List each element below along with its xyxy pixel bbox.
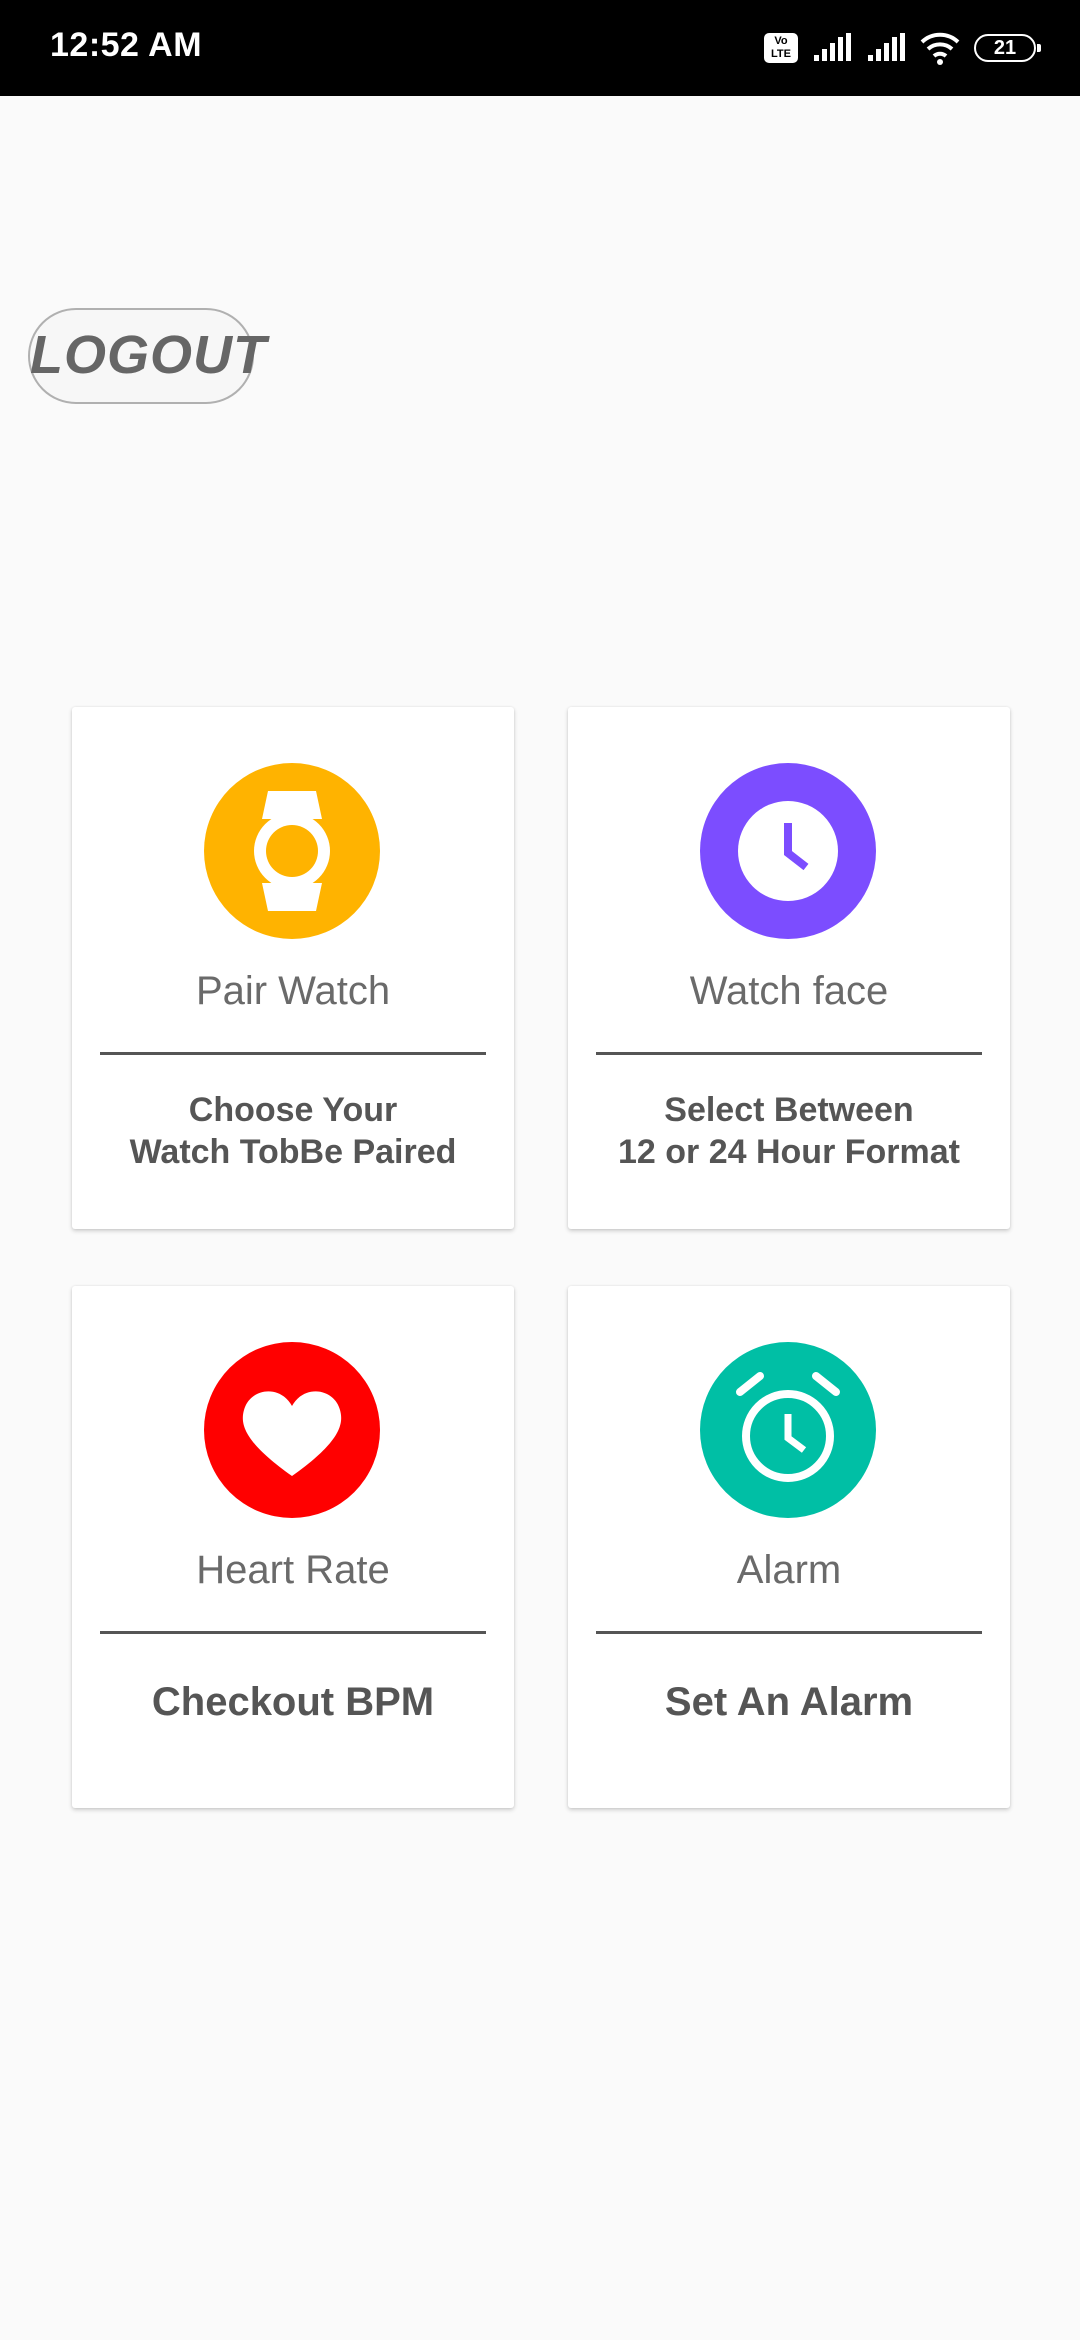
watch-icon — [254, 791, 330, 911]
signal-icon-2 — [868, 33, 905, 61]
status-time: 12:52 AM — [50, 26, 203, 64]
wifi-icon — [920, 32, 960, 65]
status-icons: Vo LTE 21 — [764, 30, 1041, 66]
card-title: Watch face — [689, 969, 889, 1013]
pair-watch-icon-circle — [204, 763, 380, 939]
card-divider — [100, 1052, 486, 1055]
card-desc-line: Select Between — [664, 1091, 914, 1129]
card-watch-face[interactable]: Watch face Select Between 12 or 24 Hour … — [568, 707, 1010, 1229]
card-title: Alarm — [736, 1548, 842, 1592]
alarm-clock-icon — [736, 1372, 840, 1482]
card-pair-watch[interactable]: Pair Watch Choose Your Watch TobBe Paire… — [72, 707, 514, 1229]
card-desc-line: 12 or 24 Hour Format — [618, 1133, 960, 1171]
heart-rate-icon-circle — [204, 1342, 380, 1518]
card-heart-rate[interactable]: Heart Rate Checkout BPM — [72, 1286, 514, 1808]
card-divider — [100, 1631, 486, 1634]
card-desc-line: Set An Alarm — [664, 1680, 914, 1724]
card-title: Heart Rate — [196, 1548, 390, 1592]
card-description: Choose Your Watch TobBe Paired — [72, 1089, 514, 1173]
card-divider — [596, 1631, 982, 1634]
heart-icon — [242, 1391, 342, 1476]
alarm-icon-circle — [700, 1342, 876, 1518]
volte-icon: Vo LTE — [764, 33, 798, 63]
card-divider — [596, 1052, 982, 1055]
card-description: Checkout BPM — [72, 1681, 514, 1723]
signal-icon — [814, 33, 851, 61]
card-description: Set An Alarm — [568, 1681, 1010, 1723]
card-alarm[interactable]: Alarm Set An Alarm — [568, 1286, 1010, 1808]
card-description: Select Between 12 or 24 Hour Format — [568, 1089, 1010, 1173]
status-bar: 12:52 AM Vo LTE 21 — [0, 0, 1080, 96]
card-desc-line: Choose Your — [188, 1091, 398, 1129]
card-desc-line: Checkout BPM — [151, 1680, 435, 1724]
clock-icon — [738, 801, 838, 901]
watch-face-icon-circle — [700, 763, 876, 939]
card-title: Pair Watch — [195, 969, 391, 1013]
card-desc-line: Watch TobBe Paired — [129, 1133, 457, 1171]
battery-icon: 21 — [974, 34, 1041, 62]
logout-button[interactable]: LOGOUT — [28, 308, 266, 404]
